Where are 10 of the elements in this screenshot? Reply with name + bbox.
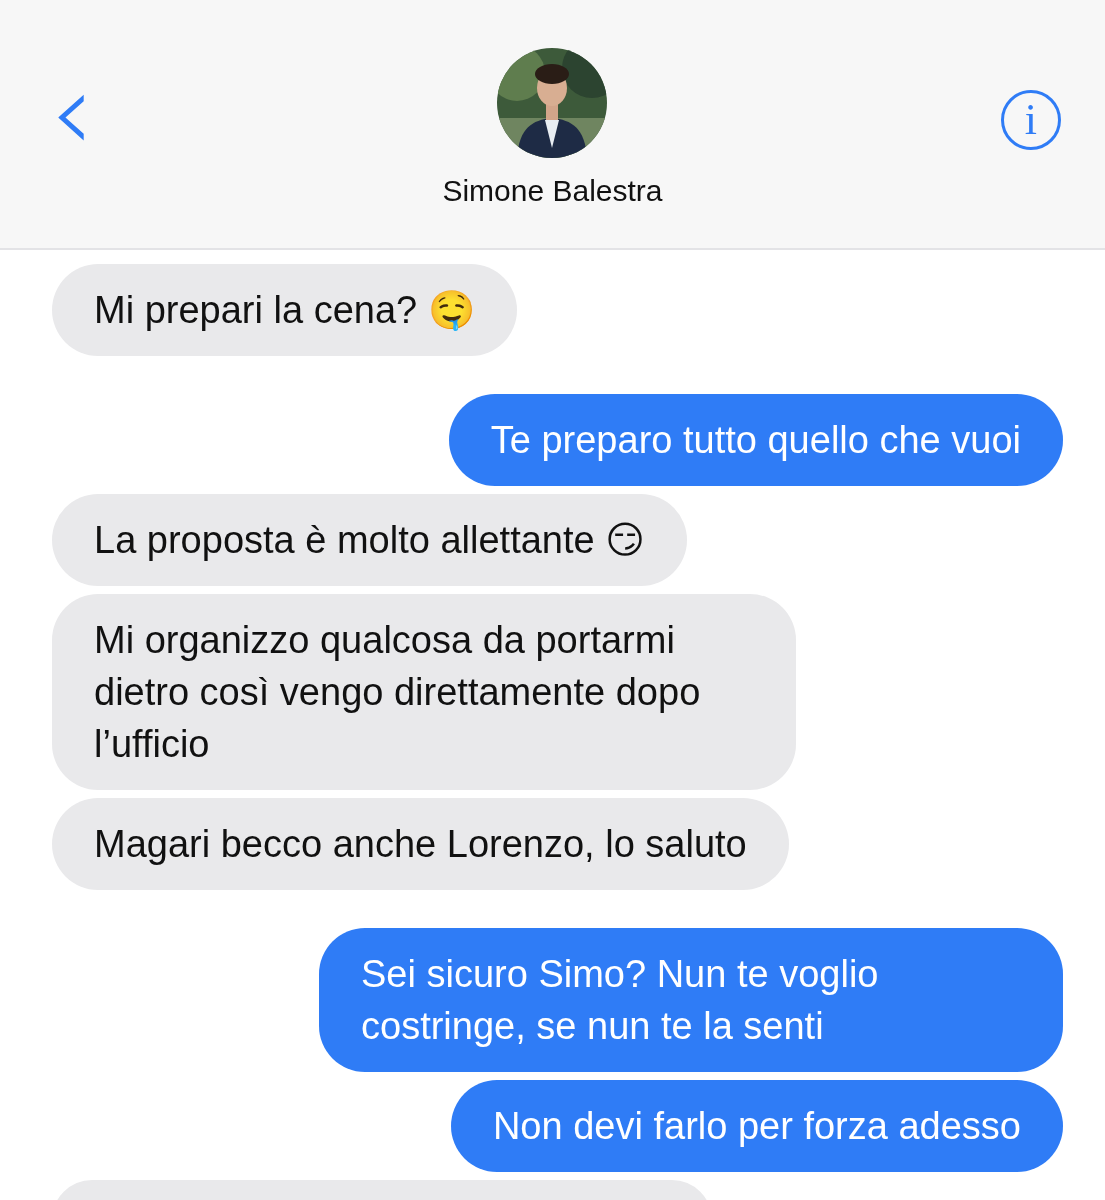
message-bubble: Mi organizzo qualcosa da portarmi dietro così vengo direttamente dopo l’ufficio [52, 594, 796, 790]
message-bubble: Sei sicuro Simo? Nun te voglio costringe, se nun te la senti [319, 928, 1063, 1072]
message-bubble: Te preparo tutto quello che vuoi [448, 394, 1063, 486]
back-button[interactable]: ‹ [40, 62, 104, 162]
message-bubble: Non devi farlo per forza adesso [450, 1080, 1063, 1172]
contact-name[interactable]: Simone Balestra [442, 174, 663, 208]
info-button[interactable]: i [1001, 90, 1061, 150]
message-bubble: La proposta è molto allettante 😏 [52, 494, 687, 586]
message-bubble: Magari becco anche Lorenzo, lo saluto [52, 798, 789, 890]
message-bubble: Mi prepari la cena? 🤤 [52, 264, 517, 356]
